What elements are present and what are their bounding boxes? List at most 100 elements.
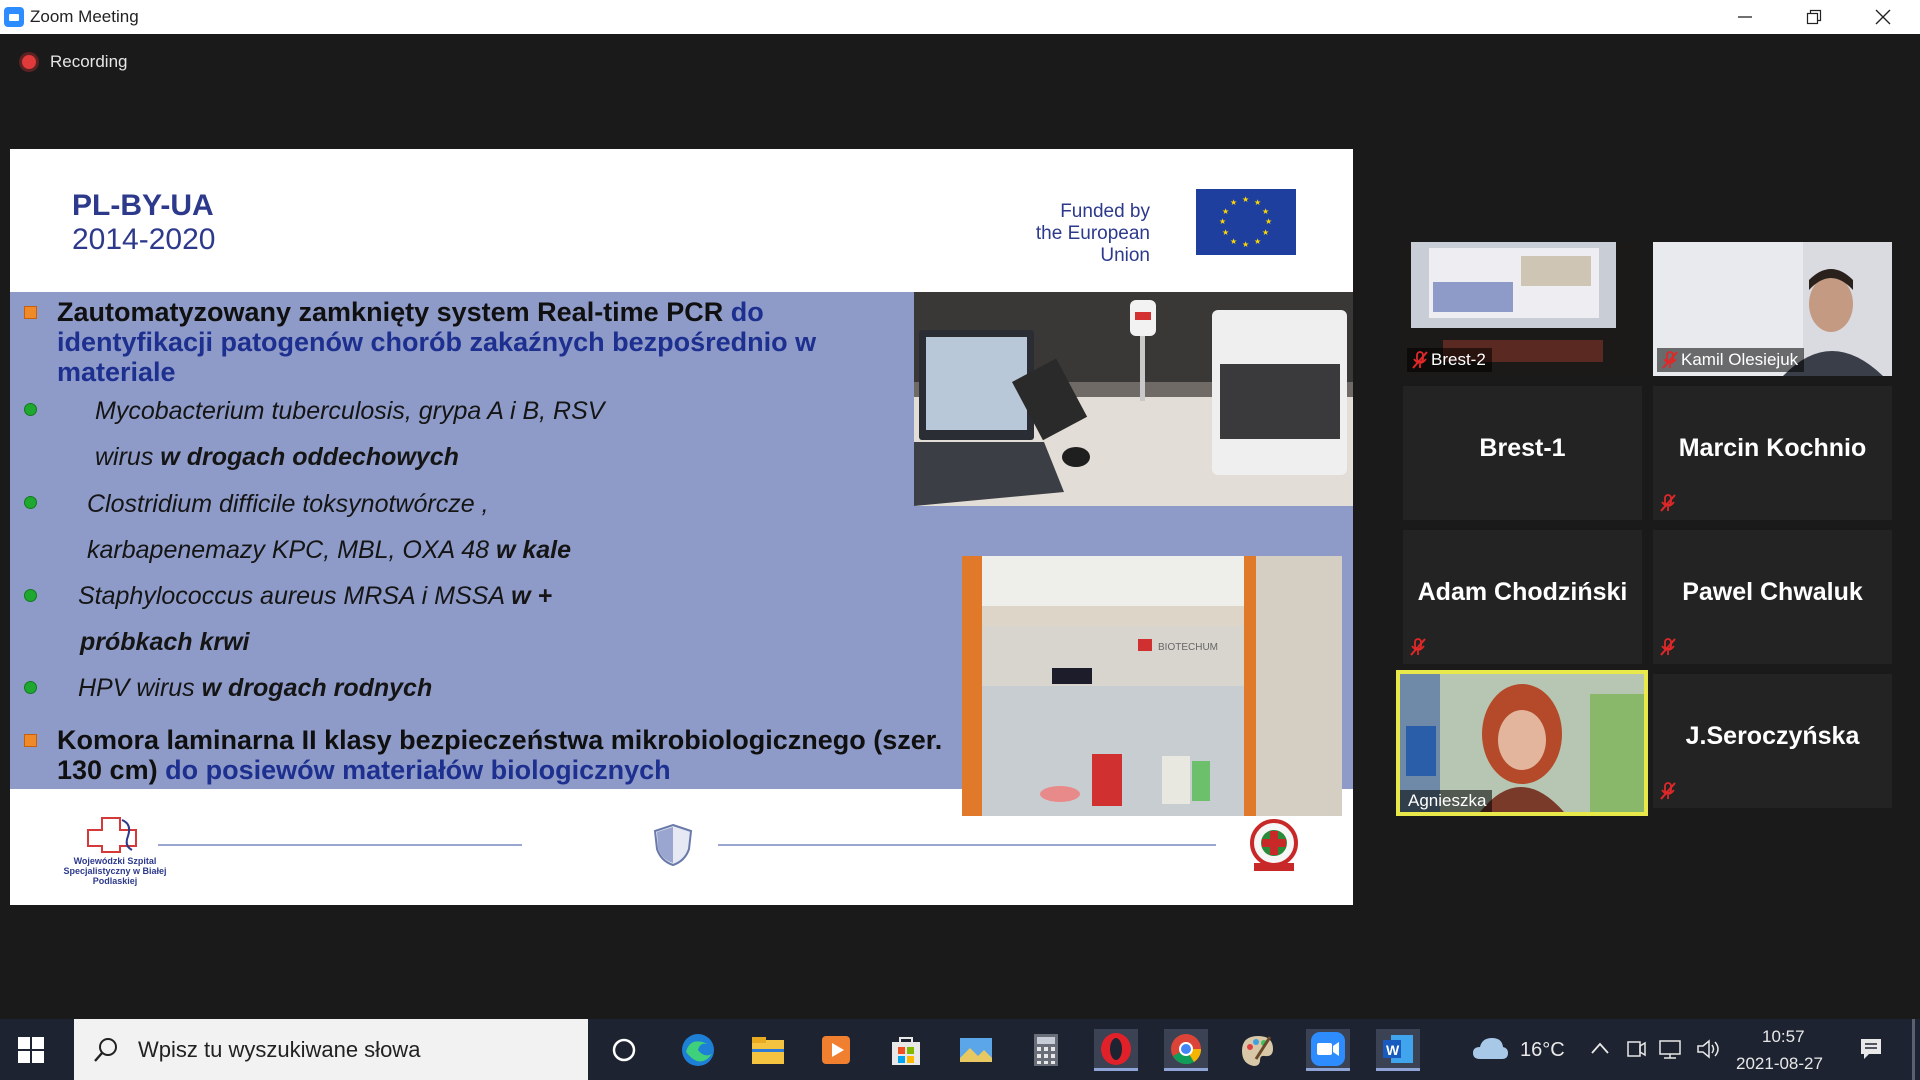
- participant-tile-adam-chodzinski[interactable]: Adam Chodziński: [1403, 530, 1642, 664]
- program-years: 2014-2020: [72, 223, 216, 256]
- show-desktop-button[interactable]: [1912, 1019, 1915, 1080]
- shared-screen-slide[interactable]: PL-BY-UA 2014-2020 Funded by the Europea…: [10, 149, 1353, 905]
- eu-flag-icon: ★ ★ ★ ★ ★ ★ ★ ★ ★ ★ ★ ★: [1196, 189, 1296, 255]
- orange-bullet-icon: [24, 306, 37, 319]
- slide-heading-cabinet: Komora laminarna II klasy bezpieczeństwa…: [57, 725, 943, 785]
- green-bullet-icon: [24, 403, 37, 416]
- participant-tile-brest-2[interactable]: Brest-2: [1403, 242, 1642, 376]
- taskbar-calculator-button[interactable]: [1024, 1029, 1068, 1071]
- funded-line-2: the European Union: [1035, 223, 1150, 266]
- close-button[interactable]: [1848, 0, 1918, 34]
- hospital-cross-icon: [87, 817, 137, 853]
- taskbar-search-box[interactable]: Wpisz tu wyszukiwane słowa: [74, 1019, 588, 1080]
- participant-tag-brest-2: Brest-2: [1407, 348, 1492, 372]
- bullet-line-5: Staphylococcus aureus MRSA i MSSA w +: [78, 582, 553, 610]
- participant-tile-pawel-chwaluk[interactable]: Pawel Chwaluk: [1653, 530, 1892, 664]
- partner-hospital-emblem-icon: [1250, 819, 1298, 871]
- clock-time[interactable]: 10:57: [1762, 1027, 1805, 1047]
- minimize-button[interactable]: [1710, 0, 1780, 34]
- recording-dot-icon: [22, 55, 36, 69]
- clock-date[interactable]: 2021-08-27: [1736, 1054, 1823, 1074]
- muted-microphone-icon: [1407, 636, 1429, 658]
- green-bullet-icon: [24, 496, 37, 509]
- volume-icon[interactable]: [1696, 1038, 1722, 1060]
- funded-line-1: Funded by: [1060, 201, 1150, 222]
- recording-label: Recording: [50, 52, 128, 71]
- meet-now-icon[interactable]: [1626, 1038, 1646, 1060]
- media-player-icon: [822, 1036, 850, 1064]
- participant-name: Marcin Kochnio: [1678, 434, 1867, 462]
- pcr-system-image: [914, 292, 1353, 506]
- folder-icon: [752, 1037, 784, 1064]
- footer-divider-right: [718, 844, 1216, 846]
- restore-button[interactable]: [1779, 0, 1849, 34]
- hospital-logo: Wojewódzki Szpital Specjalistyczny w Bia…: [55, 814, 175, 886]
- minimize-icon: [1738, 16, 1752, 18]
- bullet-line-6: próbkach krwi: [80, 628, 250, 656]
- participant-tile-marcin-kochnio[interactable]: Marcin Kochnio: [1653, 386, 1892, 520]
- taskbar-media-player-button[interactable]: [814, 1029, 858, 1071]
- taskbar-file-explorer-button[interactable]: [746, 1029, 790, 1071]
- participant-tile-j-seroczynska[interactable]: J.Seroczyńska: [1653, 674, 1892, 808]
- weather-temperature[interactable]: 16°C: [1520, 1039, 1565, 1062]
- taskbar-paint-button[interactable]: [1236, 1029, 1280, 1071]
- paint-palette-icon: [1242, 1036, 1273, 1066]
- bullet-line-1: Mycobacterium tuberculosis, grypa A i B,…: [95, 397, 605, 425]
- windows-start-icon[interactable]: [18, 1037, 44, 1063]
- task-view-button[interactable]: [602, 1029, 646, 1071]
- search-icon: [94, 1037, 117, 1062]
- store-icon: [892, 1037, 920, 1065]
- participant-name: Adam Chodziński: [1417, 578, 1628, 606]
- participant-tile-kamil-olesiejuk[interactable]: Kamil Olesiejuk: [1653, 242, 1892, 376]
- taskbar-word-button[interactable]: W: [1376, 1029, 1420, 1071]
- zoom-icon: [1311, 1031, 1345, 1066]
- meeting-area: Recording PL-BY-UA 2014-2020 Funded by t…: [0, 34, 1920, 1019]
- taskbar-edge-button[interactable]: [676, 1029, 720, 1071]
- participant-tag-kamil-olesiejuk: Kamil Olesiejuk: [1657, 348, 1805, 372]
- svg-text:W: W: [1386, 1042, 1400, 1058]
- slide-heading-pcr: Zautomatyzowany zamknięty system Real-ti…: [57, 297, 817, 387]
- opera-icon: [1101, 1032, 1131, 1065]
- participant-name: Brest-1: [1479, 434, 1566, 462]
- cortana-circle-icon: [612, 1038, 636, 1062]
- muted-microphone-icon: [1657, 780, 1679, 802]
- participant-name: Pawel Chwaluk: [1682, 578, 1863, 606]
- participant-tag-agnieszka: Agnieszka: [1400, 790, 1493, 812]
- bullet-line-7: HPV wirus w drogach rodnych: [78, 674, 433, 702]
- photos-icon: [960, 1038, 992, 1062]
- taskbar-photos-button[interactable]: [954, 1029, 998, 1071]
- taskbar-store-button[interactable]: [884, 1029, 928, 1071]
- chevron-up-icon[interactable]: [1590, 1041, 1610, 1055]
- shield-icon: [653, 823, 693, 867]
- muted-microphone-icon: [1657, 636, 1679, 658]
- participant-name: J.Seroczyńska: [1685, 722, 1860, 750]
- participant-tile-brest-1[interactable]: Brest-1: [1403, 386, 1642, 520]
- taskbar-chrome-button[interactable]: [1164, 1029, 1208, 1071]
- recording-indicator[interactable]: Recording: [22, 52, 128, 72]
- search-placeholder: Wpisz tu wyszukiwane słowa: [138, 1036, 421, 1062]
- cabinet-brand: BIOTECHUM: [1158, 642, 1218, 653]
- notifications-icon[interactable]: [1858, 1036, 1884, 1062]
- participant-tile-agnieszka[interactable]: Agnieszka: [1396, 670, 1648, 816]
- muted-microphone-icon: [1657, 492, 1679, 514]
- network-icon[interactable]: [1658, 1038, 1684, 1060]
- weather-cloud-icon[interactable]: [1472, 1035, 1508, 1061]
- program-name: PL-BY-UA: [72, 189, 214, 222]
- calculator-icon: [1034, 1034, 1058, 1066]
- taskbar-opera-button[interactable]: [1094, 1029, 1138, 1071]
- close-icon: [1875, 9, 1891, 25]
- program-logo: PL-BY-UA 2014-2020: [72, 189, 215, 257]
- pcr-system-photo: [914, 292, 1353, 506]
- chrome-icon: [1171, 1033, 1202, 1064]
- bullet-line-2: wirus w drogach oddechowych: [95, 443, 459, 471]
- edge-icon: [682, 1034, 714, 1066]
- word-icon: W: [1383, 1034, 1413, 1063]
- muted-microphone-icon: [1409, 349, 1431, 371]
- window-title: Zoom Meeting: [30, 7, 139, 26]
- hospital-logo-text: Wojewódzki Szpital Specjalistyczny w Bia…: [63, 856, 167, 886]
- taskbar-zoom-button[interactable]: [1306, 1029, 1350, 1071]
- footer-divider-left: [158, 844, 522, 846]
- bullet-line-3: Clostridium difficile toksynotwórcze ,: [87, 490, 489, 518]
- muted-microphone-icon: [1659, 349, 1681, 371]
- window-titlebar: Zoom Meeting: [0, 0, 1920, 34]
